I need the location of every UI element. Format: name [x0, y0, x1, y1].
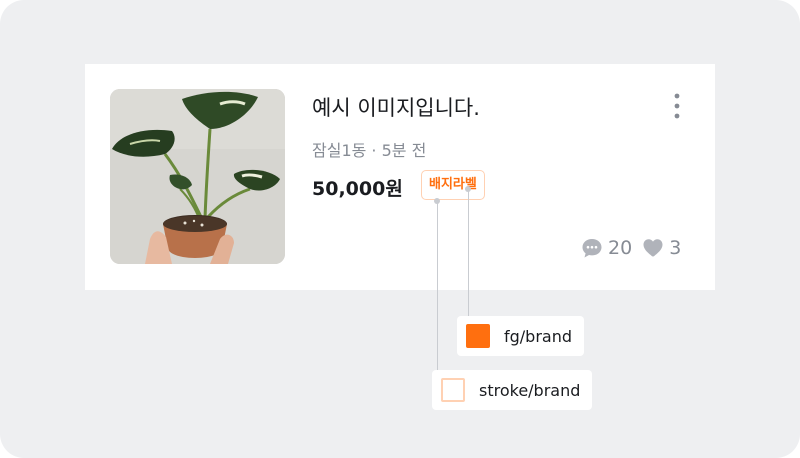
product-location-time: 잠실1동 · 5분 전 [312, 141, 427, 160]
product-price: 50,000원 [312, 178, 403, 200]
spec-canvas: 예시 이미지입니다. 잠실1동 · 5분 전 50,000원 배지라벨 20 3… [0, 0, 800, 458]
like-stat: 3 [642, 237, 681, 259]
like-count: 3 [669, 237, 682, 259]
chat-bubble-icon [582, 239, 602, 258]
stroke-brand-swatch [441, 378, 465, 402]
annotation-stroke-brand: stroke/brand [432, 370, 593, 410]
product-thumbnail[interactable] [110, 89, 285, 264]
plant-image [110, 89, 285, 264]
annotation-fg-brand: fg/brand [457, 316, 585, 356]
chat-count: 20 [608, 237, 633, 259]
fg-brand-leader-line [468, 189, 469, 317]
more-button[interactable] [667, 92, 687, 120]
product-list-item[interactable]: 예시 이미지입니다. 잠실1동 · 5분 전 50,000원 배지라벨 20 3 [85, 64, 715, 290]
stroke-brand-leader-line [437, 201, 438, 371]
product-stats: 20 3 [581, 235, 681, 261]
heart-icon [643, 239, 663, 257]
fg-brand-swatch [466, 324, 490, 348]
annotation-label: fg/brand [504, 326, 573, 346]
chat-stat: 20 [581, 237, 632, 259]
annotation-label: stroke/brand [479, 380, 581, 400]
product-badge: 배지라벨 [421, 170, 485, 200]
more-vertical-icon [674, 93, 680, 119]
product-title[interactable]: 예시 이미지입니다. [312, 92, 480, 122]
